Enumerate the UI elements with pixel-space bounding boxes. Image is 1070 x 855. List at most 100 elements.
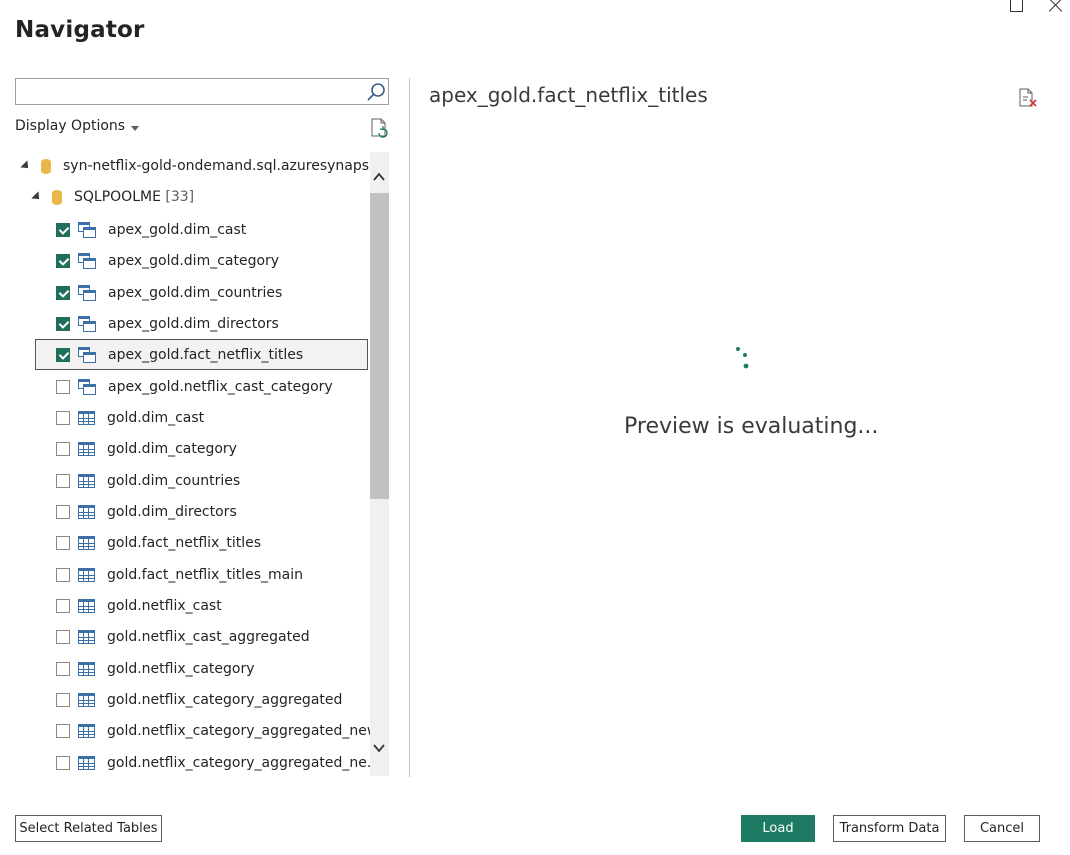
item-checkbox[interactable] xyxy=(56,379,70,394)
document-cancel-icon[interactable] xyxy=(1016,87,1038,109)
server-label: syn-netflix-gold-ondemand.sql.azuresynap… xyxy=(63,158,383,174)
tree-item[interactable]: apex_gold.fact_netflix_titles xyxy=(35,339,368,370)
tree-item[interactable]: gold.netflix_category xyxy=(35,653,368,684)
item-label: gold.fact_netflix_titles xyxy=(107,534,262,551)
item-checkbox[interactable] xyxy=(56,692,70,707)
item-checkbox[interactable] xyxy=(56,316,70,331)
tree-item[interactable]: gold.netflix_category_aggregated xyxy=(35,684,368,715)
item-label: gold.netflix_category_aggregated_new xyxy=(107,722,379,739)
item-checkbox[interactable] xyxy=(56,253,70,268)
item-label: apex_gold.fact_netflix_titles xyxy=(108,346,304,363)
item-label: gold.dim_category xyxy=(107,440,237,457)
item-label: apex_gold.dim_category xyxy=(108,252,280,269)
view-icon xyxy=(78,378,96,395)
database-icon xyxy=(52,189,62,205)
item-label: gold.dim_directors xyxy=(107,503,237,520)
database-label: SQLPOOLME [33] xyxy=(74,189,195,205)
cancel-button[interactable]: Cancel xyxy=(964,815,1040,842)
item-checkbox[interactable] xyxy=(56,598,70,613)
tree-item[interactable]: gold.dim_directors xyxy=(35,496,368,527)
chevron-down-icon[interactable] xyxy=(372,741,386,755)
item-label: gold.netflix_cast_aggregated xyxy=(107,628,310,645)
item-label: gold.dim_countries xyxy=(107,472,241,489)
tree-item[interactable]: gold.fact_netflix_titles xyxy=(35,527,368,558)
tree-item[interactable]: gold.dim_cast xyxy=(35,402,368,433)
tree-item[interactable]: gold.netflix_cast_aggregated xyxy=(35,621,368,652)
tree-server-node[interactable]: syn-netflix-gold-ondemand.sql.azuresynap… xyxy=(20,152,383,180)
display-options-dropdown[interactable]: Display Options xyxy=(15,118,125,134)
item-checkbox[interactable] xyxy=(56,410,70,425)
table-icon xyxy=(78,535,95,550)
item-checkbox[interactable] xyxy=(56,661,70,676)
table-icon xyxy=(78,755,95,770)
view-icon xyxy=(78,221,96,238)
view-icon xyxy=(78,315,96,332)
search-input[interactable] xyxy=(15,78,389,105)
table-icon xyxy=(78,410,95,425)
tree-item[interactable]: apex_gold.dim_directors xyxy=(35,308,368,339)
tree-item[interactable]: gold.dim_countries xyxy=(35,465,368,496)
tree-item[interactable]: apex_gold.dim_countries xyxy=(35,277,368,308)
item-label: apex_gold.dim_countries xyxy=(108,284,283,301)
item-checkbox[interactable] xyxy=(56,347,70,362)
chevron-up-icon[interactable] xyxy=(372,170,386,184)
scrollbar-thumb[interactable] xyxy=(370,193,389,499)
item-checkbox[interactable] xyxy=(56,535,70,550)
table-icon xyxy=(78,567,95,582)
item-checkbox[interactable] xyxy=(56,723,70,738)
view-icon xyxy=(78,252,96,269)
tree-item[interactable]: apex_gold.netflix_cast_category xyxy=(35,371,368,402)
item-checkbox[interactable] xyxy=(56,441,70,456)
close-window-button[interactable] xyxy=(1048,0,1064,12)
chevron-down-icon[interactable] xyxy=(131,126,139,131)
panel-divider xyxy=(409,78,410,777)
item-label: apex_gold.netflix_cast_category xyxy=(108,378,333,395)
view-icon xyxy=(78,284,96,301)
item-label: apex_gold.dim_cast xyxy=(108,221,247,238)
table-icon xyxy=(78,598,95,613)
item-label: gold.fact_netflix_titles_main xyxy=(107,566,303,583)
dialog-title: Navigator xyxy=(15,17,145,43)
item-checkbox[interactable] xyxy=(56,504,70,519)
item-label: gold.dim_cast xyxy=(107,409,205,426)
item-checkbox[interactable] xyxy=(56,285,70,300)
expand-triangle-icon[interactable] xyxy=(31,191,43,203)
item-checkbox[interactable] xyxy=(56,567,70,582)
tree-item[interactable]: gold.netflix_category_aggregated_ne... xyxy=(35,747,380,778)
tree-database-node[interactable]: SQLPOOLME [33] xyxy=(31,183,195,211)
item-checkbox[interactable] xyxy=(56,755,70,770)
item-label: gold.netflix_category xyxy=(107,660,255,677)
preview-status: Preview is evaluating... xyxy=(624,414,879,439)
tree-item[interactable]: gold.dim_category xyxy=(35,433,368,464)
preview-title: apex_gold.fact_netflix_titles xyxy=(429,83,708,107)
refresh-document-icon[interactable] xyxy=(368,117,390,139)
table-icon xyxy=(78,473,95,488)
item-label: gold.netflix_category_aggregated xyxy=(107,691,343,708)
item-checkbox[interactable] xyxy=(56,473,70,488)
item-count: [33] xyxy=(165,189,195,205)
table-icon xyxy=(78,723,95,738)
tree-item[interactable]: gold.netflix_cast xyxy=(35,590,368,621)
load-button[interactable]: Load xyxy=(741,815,815,842)
item-checkbox[interactable] xyxy=(56,629,70,644)
select-related-tables-button[interactable]: Select Related Tables xyxy=(15,815,162,842)
item-label: gold.netflix_cast xyxy=(107,597,222,614)
table-icon xyxy=(78,661,95,676)
tree-item[interactable]: apex_gold.dim_category xyxy=(35,245,368,276)
tree-item[interactable]: gold.fact_netflix_titles_main xyxy=(35,559,368,590)
tree-item[interactable]: gold.netflix_category_aggregated_new xyxy=(35,715,378,746)
item-label: apex_gold.dim_directors xyxy=(108,315,279,332)
table-icon xyxy=(78,692,95,707)
expand-triangle-icon[interactable] xyxy=(20,160,32,172)
search-icon[interactable] xyxy=(364,80,388,104)
table-icon xyxy=(78,441,95,456)
view-icon xyxy=(78,346,96,363)
maximize-button[interactable] xyxy=(1010,0,1023,12)
transform-data-button[interactable]: Transform Data xyxy=(833,815,946,842)
item-checkbox[interactable] xyxy=(56,222,70,237)
tree-item[interactable]: apex_gold.dim_cast xyxy=(35,214,368,245)
table-icon xyxy=(78,504,95,519)
loading-spinner-icon xyxy=(736,347,749,369)
database-icon xyxy=(41,158,51,174)
item-label: gold.netflix_category_aggregated_ne... xyxy=(107,754,381,771)
